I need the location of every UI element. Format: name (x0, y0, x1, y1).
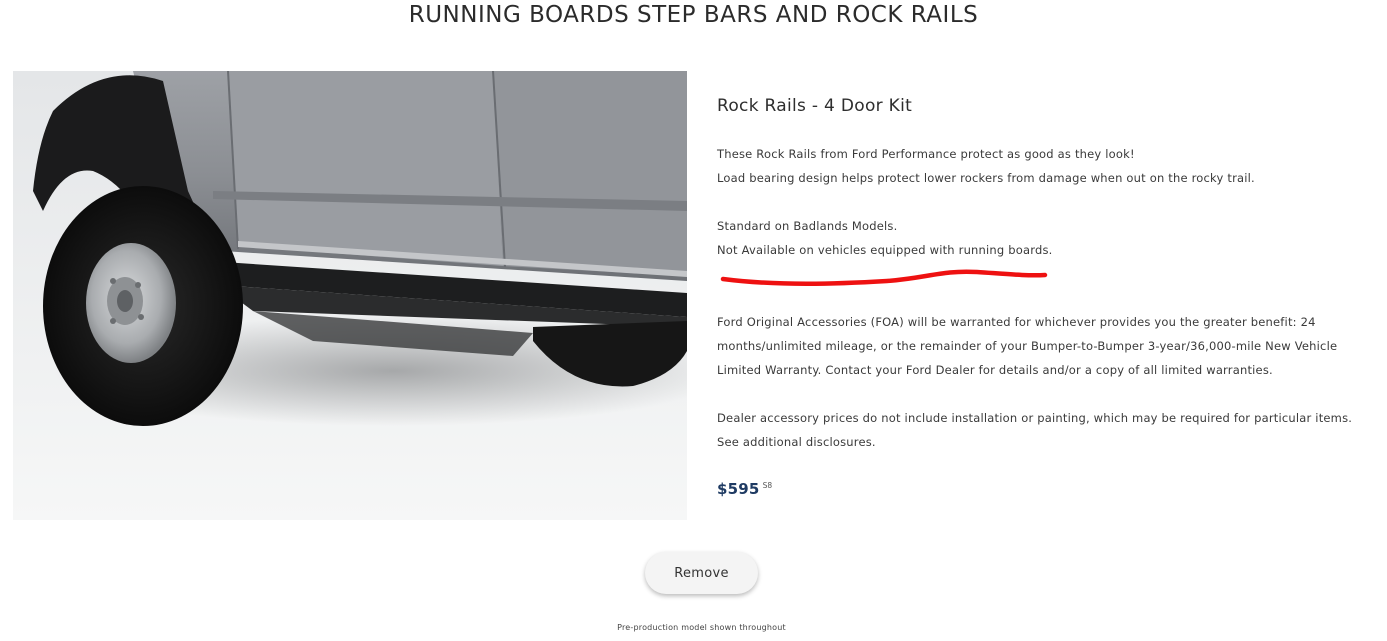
price-row: $595 S8 (717, 480, 772, 498)
remove-button[interactable]: Remove (645, 552, 758, 594)
price: $595 (717, 480, 760, 498)
page-title: RUNNING BOARDS STEP BARS AND ROCK RAILS (408, 2, 979, 28)
warranty-text: Ford Original Accessories (FOA) will be … (717, 315, 1338, 377)
product-name: Rock Rails - 4 Door Kit (717, 96, 913, 116)
description-line: These Rock Rails from Ford Performance p… (717, 147, 1135, 161)
price-disclosure-marker[interactable]: S8 (763, 481, 773, 490)
availability-warning: Not Available on vehicles equipped with … (717, 243, 1053, 257)
product-details: Rock Rails - 4 Door Kit These Rock Rails… (717, 96, 1367, 454)
footnote: Pre-production model shown throughout (617, 623, 786, 632)
disclosure-text: Dealer accessory prices do not include i… (717, 411, 1353, 449)
vehicle-rock-rails-image (13, 71, 687, 520)
description-line: Load bearing design helps protect lower … (717, 171, 1255, 185)
availability-line: Standard on Badlands Models. (717, 219, 898, 233)
